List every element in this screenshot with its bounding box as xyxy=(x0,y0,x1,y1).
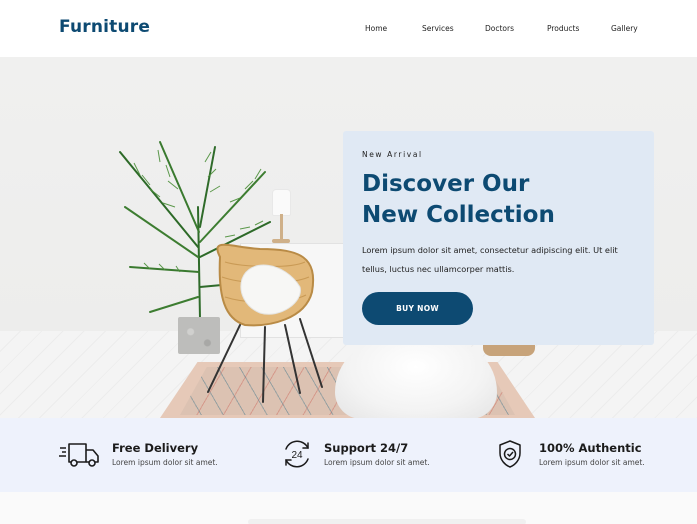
buy-now-button[interactable]: BUY NOW xyxy=(362,292,473,325)
hero-headline-line2: New Collection xyxy=(362,202,555,228)
hero-headline: Discover Our New Collection xyxy=(362,169,555,231)
hero-headline-line1: Discover Our xyxy=(362,171,530,197)
feature-text: Lorem ipsum dolor sit amet. xyxy=(539,458,645,467)
shield-check-icon xyxy=(499,440,521,468)
nav-doctors[interactable]: Doctors xyxy=(485,24,547,33)
chair-legs xyxy=(207,318,323,403)
next-section-heading-partial xyxy=(248,519,526,524)
nav-home[interactable]: Home xyxy=(365,24,422,33)
hero-card: New Arrival Discover Our New Collection … xyxy=(343,131,654,345)
support-24-icon: 24 xyxy=(285,440,309,468)
plant-pot xyxy=(178,317,220,354)
hero-beanbag xyxy=(335,339,497,418)
nav-gallery[interactable]: Gallery xyxy=(611,24,651,33)
nav-services[interactable]: Services xyxy=(422,24,485,33)
feature-text: Lorem ipsum dolor sit amet. xyxy=(324,458,430,467)
feature-title: Free Delivery xyxy=(112,441,199,455)
feature-title: Support 24/7 xyxy=(324,441,409,455)
main-nav: Home Services Doctors Products Gallery xyxy=(365,24,651,33)
feature-text: Lorem ipsum dolor sit amet. xyxy=(112,458,218,467)
site-header: Furniture Home Services Doctors Products… xyxy=(0,0,697,57)
features-strip: Free Delivery Lorem ipsum dolor sit amet… xyxy=(0,418,697,492)
logo[interactable]: Furniture xyxy=(59,17,150,37)
hero-section: New Arrival Discover Our New Collection … xyxy=(0,57,697,418)
hero-eyebrow: New Arrival xyxy=(362,150,423,159)
next-section xyxy=(0,492,697,524)
truck-icon xyxy=(59,443,99,467)
svg-text:24: 24 xyxy=(291,450,303,461)
feature-title: 100% Authentic xyxy=(539,441,642,455)
nav-products[interactable]: Products xyxy=(547,24,611,33)
hero-description: Lorem ipsum dolor sit amet, consectetur … xyxy=(362,245,618,274)
